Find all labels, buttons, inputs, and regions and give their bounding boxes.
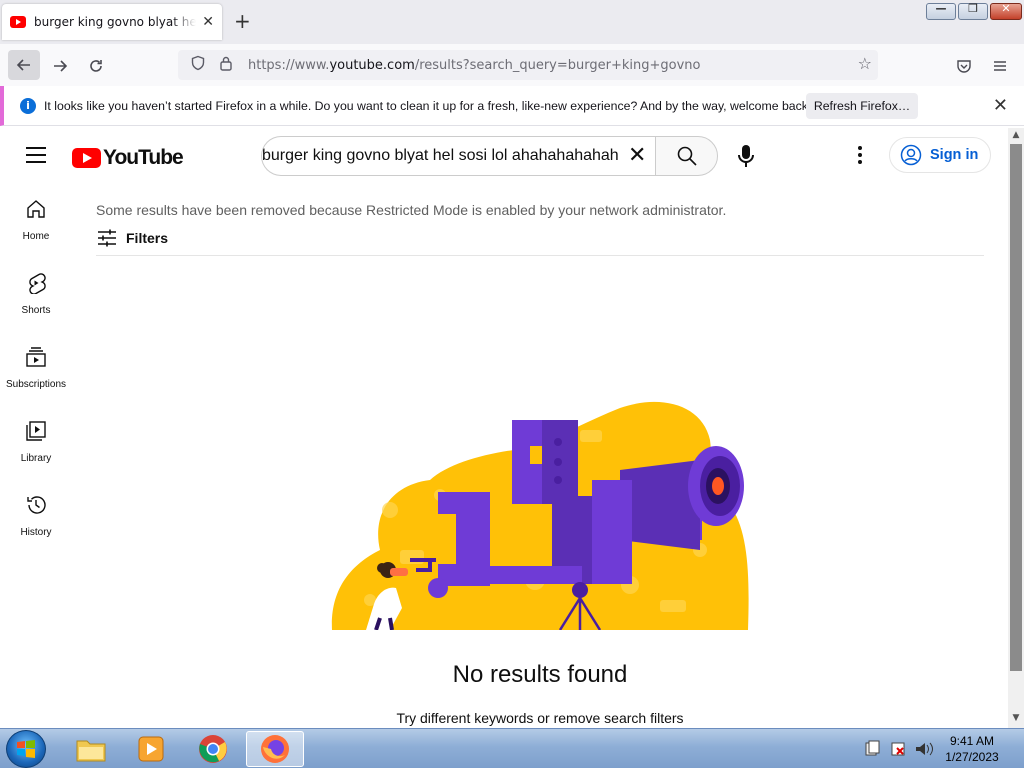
- scroll-up-arrow-icon[interactable]: ▲: [1008, 130, 1024, 140]
- youtube-masthead: YouTube burger king govno blyat hel sosi…: [0, 128, 1008, 184]
- search-icon: [677, 146, 697, 166]
- guide-item-home[interactable]: Home: [0, 184, 72, 254]
- no-results-hint: Try different keywords or remove search …: [396, 710, 684, 726]
- chrome-icon: [199, 735, 227, 763]
- guide-label-subscriptions: Subscriptions: [5, 379, 67, 390]
- window-minimize-button[interactable]: —: [926, 2, 956, 20]
- system-clock[interactable]: 9:41 AM 1/27/2023: [930, 733, 1014, 765]
- search-query-text: burger king govno blyat hel sosi lol aha…: [262, 147, 619, 164]
- sign-in-button[interactable]: Sign in: [889, 137, 991, 173]
- youtube-favicon-icon: [10, 16, 26, 28]
- folder-icon: [76, 740, 106, 762]
- pocket-icon: [957, 60, 971, 73]
- scroll-down-arrow-icon[interactable]: ▼: [1008, 713, 1024, 723]
- taskbar-media-player[interactable]: [122, 731, 180, 767]
- new-tab-button[interactable]: +: [234, 10, 251, 32]
- youtube-play-icon: [72, 148, 101, 168]
- url-domain: youtube.com: [329, 57, 415, 73]
- guide-label-history: History: [20, 527, 52, 538]
- microphone-icon: [738, 145, 754, 167]
- browser-tab-youtube[interactable]: burger king govno blyat hel sos ✕: [2, 4, 222, 40]
- windows-logo-icon: [17, 740, 35, 758]
- hamburger-menu-icon: [994, 61, 1006, 71]
- tab-close-icon[interactable]: ✕: [202, 14, 214, 30]
- taskbar-chrome[interactable]: [184, 731, 242, 767]
- guide-item-history[interactable]: History: [0, 480, 72, 550]
- notification-message: It looks like you haven’t started Firefo…: [44, 98, 812, 113]
- url-path: /results?search_query=burger+king+govno: [414, 57, 701, 73]
- subscriptions-icon: [26, 347, 46, 367]
- window-restore-button[interactable]: ❐: [958, 2, 988, 20]
- shorts-icon: [29, 273, 46, 294]
- search-button[interactable]: [655, 136, 718, 176]
- scrollbar-thumb[interactable]: [1010, 144, 1022, 671]
- account-circle-icon: [900, 144, 922, 166]
- home-icon: [27, 200, 45, 218]
- url-text[interactable]: https://www.youtube.com/results?search_q…: [248, 58, 700, 73]
- forward-button[interactable]: [46, 52, 74, 80]
- guide-menu-icon[interactable]: [26, 147, 46, 163]
- tab-title: burger king govno blyat hel sos: [34, 15, 197, 29]
- url-bar[interactable]: https://www.youtube.com/results?search_q…: [178, 50, 878, 80]
- back-arrow-icon: [16, 59, 30, 71]
- app-menu-button[interactable]: [986, 52, 1014, 80]
- youtube-logo[interactable]: YouTube: [72, 146, 184, 170]
- search-input[interactable]: burger king govno blyat hel sosi lol aha…: [262, 137, 622, 175]
- search-box[interactable]: burger king govno blyat hel sosi lol aha…: [261, 136, 655, 176]
- page-scrollbar[interactable]: ▲ ▼: [1008, 128, 1024, 728]
- window-close-button[interactable]: ✕: [990, 2, 1022, 20]
- media-player-icon: [138, 736, 164, 762]
- settings-more-icon[interactable]: [852, 146, 868, 166]
- clock-date: 1/27/2023: [945, 750, 999, 764]
- filters-sliders-icon: [98, 229, 116, 247]
- restricted-mode-notice: Some results have been removed because R…: [96, 202, 727, 218]
- history-icon: [27, 496, 46, 514]
- voice-search-button[interactable]: [731, 140, 761, 172]
- browser-titlebar: burger king govno blyat hel sos ✕ + — ❐ …: [0, 0, 1024, 44]
- guide-item-shorts[interactable]: Shorts: [0, 258, 72, 328]
- padlock-icon[interactable]: [212, 55, 240, 75]
- back-button[interactable]: [8, 50, 40, 80]
- reload-icon: [90, 60, 102, 72]
- windows-taskbar: 9:41 AM 1/27/2023: [0, 728, 1024, 768]
- firefox-notification-bar: i It looks like you haven’t started Fire…: [0, 86, 1024, 126]
- refresh-firefox-button[interactable]: Refresh Firefox…: [806, 93, 918, 119]
- guide-label-shorts: Shorts: [21, 305, 51, 316]
- reload-button[interactable]: [82, 52, 110, 80]
- notification-close-icon[interactable]: ✕: [993, 95, 1008, 116]
- guide-label-home: Home: [22, 231, 50, 242]
- pocket-button[interactable]: [950, 52, 978, 80]
- no-results-title: No results found: [452, 661, 628, 688]
- firefox-icon: [261, 735, 289, 763]
- clear-search-icon[interactable]: ✕: [628, 144, 646, 166]
- info-icon: i: [20, 97, 36, 114]
- start-button[interactable]: [6, 730, 46, 768]
- filters-button[interactable]: Filters: [96, 228, 168, 248]
- bookmark-star-icon[interactable]: ☆: [858, 54, 872, 73]
- taskbar-explorer[interactable]: [62, 731, 120, 767]
- sign-in-label: Sign in: [930, 147, 979, 163]
- url-prefix: https://www.: [248, 57, 330, 73]
- results-divider: [96, 255, 984, 256]
- tracking-protection-shield-icon[interactable]: [184, 55, 212, 75]
- filters-label: Filters: [126, 230, 169, 246]
- taskbar-firefox[interactable]: [246, 731, 304, 767]
- library-icon: [26, 421, 46, 441]
- guide-label-library: Library: [20, 453, 52, 464]
- navigation-toolbar: https://www.youtube.com/results?search_q…: [0, 44, 1024, 86]
- guide-item-subscriptions[interactable]: Subscriptions: [0, 332, 72, 402]
- clock-time: 9:41 AM: [949, 734, 995, 748]
- guide-item-library[interactable]: Library: [0, 406, 72, 476]
- no-results-illustration: [331, 401, 749, 630]
- forward-arrow-icon: [54, 60, 68, 72]
- youtube-page: YouTube burger king govno blyat hel sosi…: [0, 128, 1008, 728]
- youtube-logo-text: YouTube: [103, 146, 184, 169]
